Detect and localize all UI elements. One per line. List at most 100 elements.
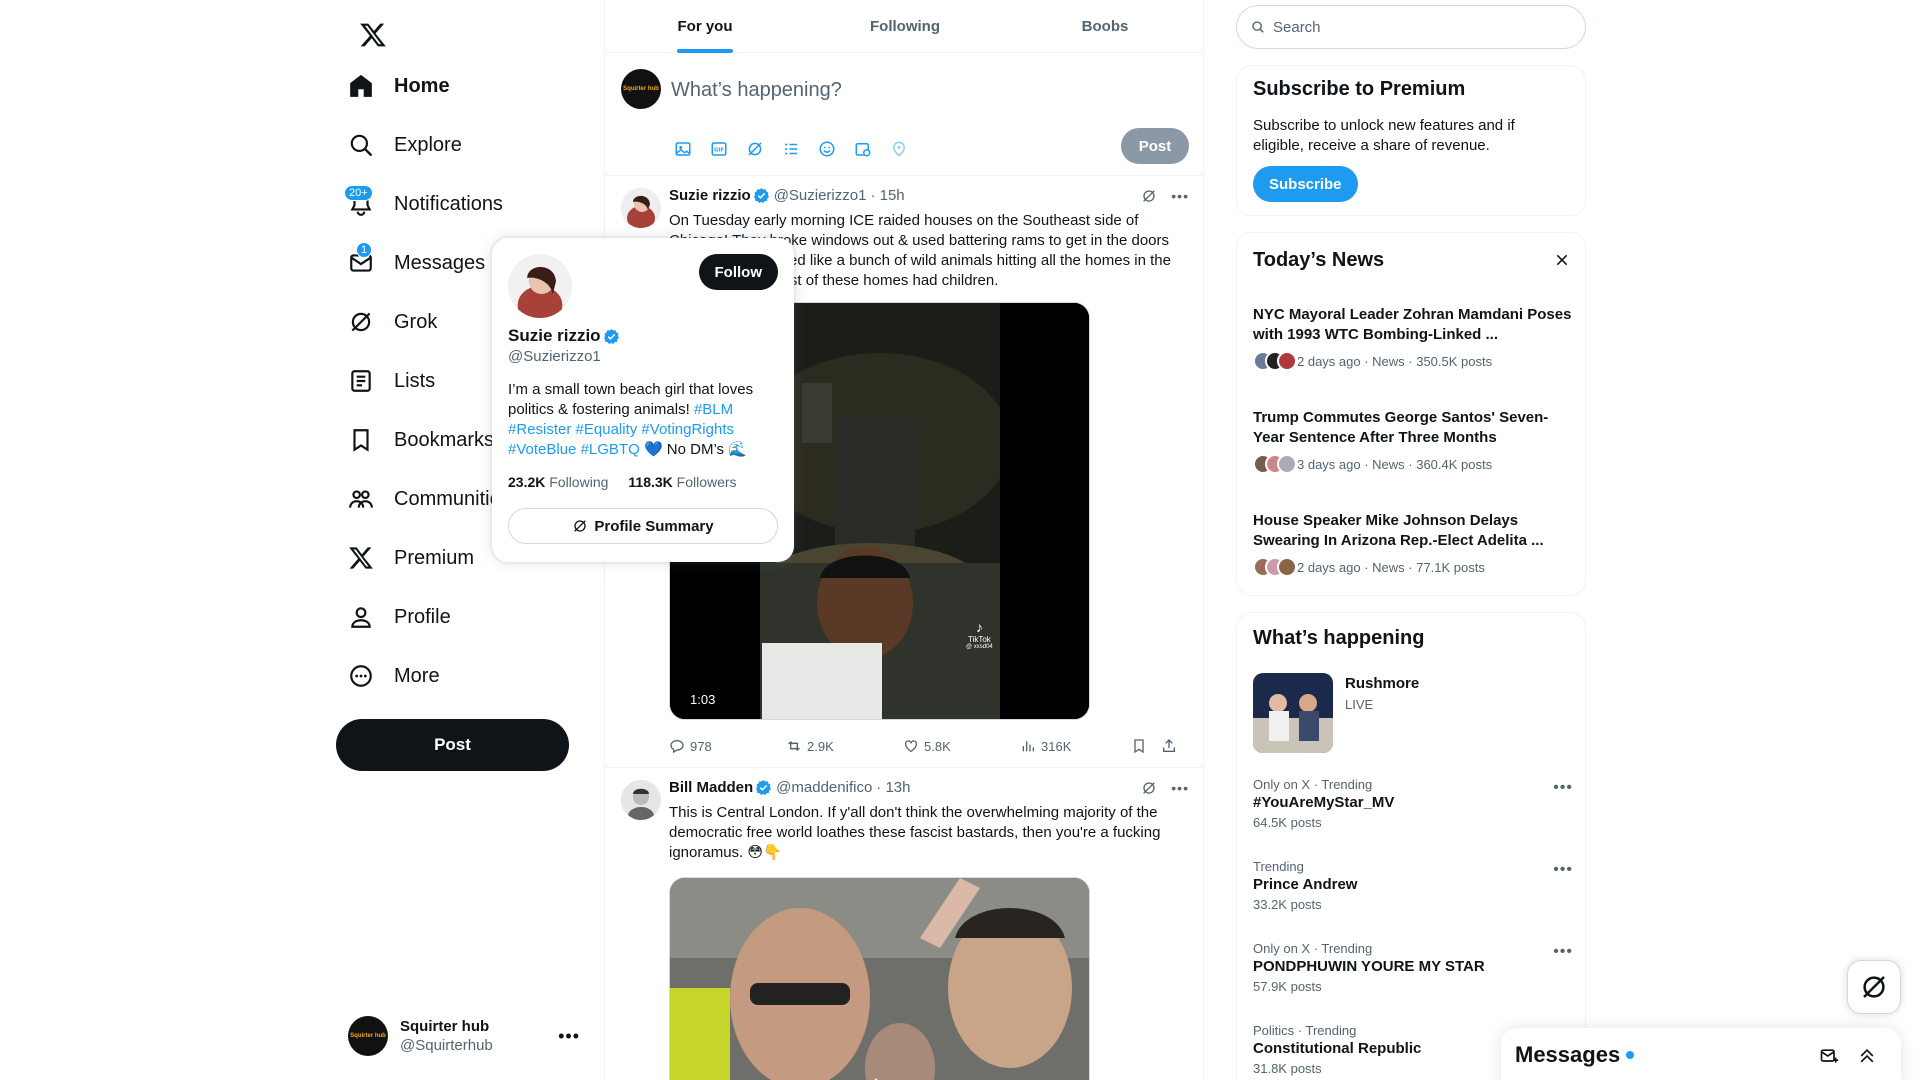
hovercard-name[interactable]: Suzie rizzio (508, 326, 620, 346)
post-button[interactable]: Post (336, 719, 569, 771)
hashtag-link[interactable]: #Equality (576, 421, 638, 438)
avatar[interactable] (621, 780, 661, 820)
poll-icon[interactable] (779, 137, 803, 161)
subscribe-button[interactable]: Subscribe (1253, 166, 1358, 202)
avatar[interactable] (621, 188, 661, 228)
reply-button[interactable]: 978 (669, 738, 786, 754)
tweet-video[interactable] (669, 877, 1090, 1080)
image-icon[interactable] (671, 137, 695, 161)
repost-button[interactable]: 2.9K (786, 738, 903, 754)
author-handle[interactable]: @maddenifico (776, 779, 872, 796)
unread-dot (1626, 1051, 1635, 1059)
nav-more[interactable]: More (336, 650, 452, 702)
close-icon[interactable] (1555, 253, 1569, 267)
tweet-time[interactable]: · 13h (876, 779, 910, 796)
nav-profile[interactable]: Profile (336, 591, 463, 643)
hashtag-link[interactable]: #LGBTQ (581, 441, 640, 458)
nav-messages[interactable]: 1 Messages (336, 237, 497, 289)
grok-icon (1863, 976, 1885, 998)
more-dots-icon[interactable]: ••• (1171, 188, 1189, 204)
chevron-up-icon[interactable] (1857, 1046, 1877, 1066)
more-dots-icon[interactable]: ••• (1553, 861, 1573, 879)
nav-home[interactable]: Home (336, 60, 462, 112)
tab-boobs[interactable]: Boobs (1005, 0, 1203, 53)
x-logo-icon[interactable] (348, 10, 398, 60)
emoji-icon[interactable] (815, 137, 839, 161)
nav-premium[interactable]: Premium (336, 532, 486, 584)
follow-button[interactable]: Follow (698, 254, 778, 290)
search-input[interactable]: Search (1236, 5, 1586, 49)
hashtag-link[interactable]: #BLM (694, 401, 733, 418)
tweet-header: Suzie rizzio @Suzierizzo1 · 15h (669, 187, 905, 204)
author-handle[interactable]: @Suzierizzo1 (774, 187, 867, 204)
tweet-time[interactable]: · 15h (870, 187, 904, 204)
tab-for-you[interactable]: For you (605, 0, 805, 53)
like-button[interactable]: 5.8K (903, 738, 1020, 754)
nav-notifications[interactable]: 20+ Notifications (336, 178, 515, 230)
views-button[interactable]: 316K (1020, 738, 1137, 754)
more-dots-icon[interactable]: ••• (1171, 780, 1189, 796)
followers-link[interactable]: 118.3K Followers (628, 474, 736, 490)
grok-floating-button[interactable] (1847, 960, 1901, 1014)
home-icon (348, 73, 374, 99)
profile-hover-card: Follow Suzie rizzio @Suzierizzo1 I’m a s… (492, 238, 794, 562)
live-status: LIVE (1345, 697, 1374, 712)
avatar-stack (1253, 557, 1297, 577)
schedule-icon[interactable] (851, 137, 875, 161)
tab-following[interactable]: Following (805, 0, 1005, 53)
gif-icon[interactable]: GIF (707, 137, 731, 161)
author-name[interactable]: Bill Madden (669, 779, 753, 796)
profile-summary-button[interactable]: Profile Summary (508, 508, 778, 544)
nav-lists[interactable]: Lists (336, 355, 447, 407)
grok-icon[interactable] (1141, 780, 1157, 796)
nav-label: Messages (394, 251, 486, 274)
account-switcher[interactable]: Squirter hub Squirter hub @Squirterhub •… (336, 1010, 596, 1062)
premium-text: Subscribe to unlock new features and if … (1253, 117, 1515, 154)
more-dots-icon[interactable]: ••• (1553, 943, 1573, 961)
view-count: 316K (1041, 738, 1072, 754)
news-item[interactable]: Trump Commutes George Santos' Seven-Year… (1253, 408, 1573, 474)
bookmark-icon[interactable] (1131, 738, 1147, 754)
news-headline: House Speaker Mike Johnson Delays Sweari… (1253, 512, 1544, 549)
news-item[interactable]: NYC Mayoral Leader Zohran Mamdani Poses … (1253, 305, 1573, 371)
messages-drawer-title: Messages (1515, 1042, 1621, 1067)
timeline-tabs: For you Following Boobs (605, 0, 1203, 53)
grok-icon[interactable] (743, 137, 767, 161)
grok-icon[interactable] (1141, 188, 1157, 204)
list-icon (348, 368, 374, 394)
tweet[interactable]: Bill Madden @maddenifico · 13h ••• This … (605, 768, 1203, 1080)
live-thumbnail[interactable] (1253, 673, 1333, 753)
hashtag-link[interactable]: #VotingRights (641, 421, 734, 438)
hashtag-link[interactable]: #Resister (508, 421, 571, 438)
share-icon[interactable] (1161, 738, 1177, 754)
trend-item[interactable]: Only on X · Trending PONDPHUWIN YOURE MY… (1253, 941, 1573, 997)
trend-item[interactable]: Only on X · Trending #YouAreMyStar_MV 64… (1253, 777, 1573, 833)
tweet-text: This is Central London. If y'all don't t… (669, 804, 1161, 861)
nav-explore[interactable]: Explore (336, 119, 474, 171)
following-link[interactable]: 23.2K Following (508, 474, 608, 490)
grok-icon (574, 520, 587, 532)
news-meta: 2 days ago · News · 77.1K posts (1297, 559, 1485, 575)
tiktok-watermark: ♪ TikTok @ xxsd04 (966, 619, 993, 650)
nav-grok[interactable]: Grok (336, 296, 449, 348)
more-dots-icon[interactable]: ••• (1553, 779, 1573, 797)
whats-happening-card: What’s happening Rushmore LIVE Only on X… (1236, 612, 1586, 1080)
live-name[interactable]: Rushmore (1345, 675, 1419, 692)
trend-item[interactable]: Trending Prince Andrew 33.2K posts ••• (1253, 859, 1573, 915)
repost-count: 2.9K (807, 738, 834, 754)
nav-bookmarks[interactable]: Bookmarks (336, 414, 506, 466)
compose-post-button[interactable]: Post (1121, 128, 1189, 164)
new-message-icon[interactable] (1819, 1046, 1839, 1066)
compose-input[interactable]: What’s happening? (671, 79, 842, 102)
avatar[interactable] (508, 254, 572, 318)
author-name[interactable]: Suzie rizzio (669, 187, 751, 204)
followers-label: Followers (676, 474, 737, 490)
messages-drawer[interactable]: Messages (1501, 1028, 1901, 1080)
trend-posts: 33.2K posts (1253, 897, 1322, 912)
location-icon[interactable] (887, 137, 911, 161)
hashtag-link[interactable]: #VoteBlue (508, 441, 576, 458)
more-dots-icon[interactable]: ••• (558, 1026, 580, 1047)
trend-posts: 64.5K posts (1253, 815, 1322, 830)
news-item[interactable]: House Speaker Mike Johnson Delays Sweari… (1253, 511, 1573, 577)
news-headline: NYC Mayoral Leader Zohran Mamdani Poses … (1253, 306, 1572, 343)
